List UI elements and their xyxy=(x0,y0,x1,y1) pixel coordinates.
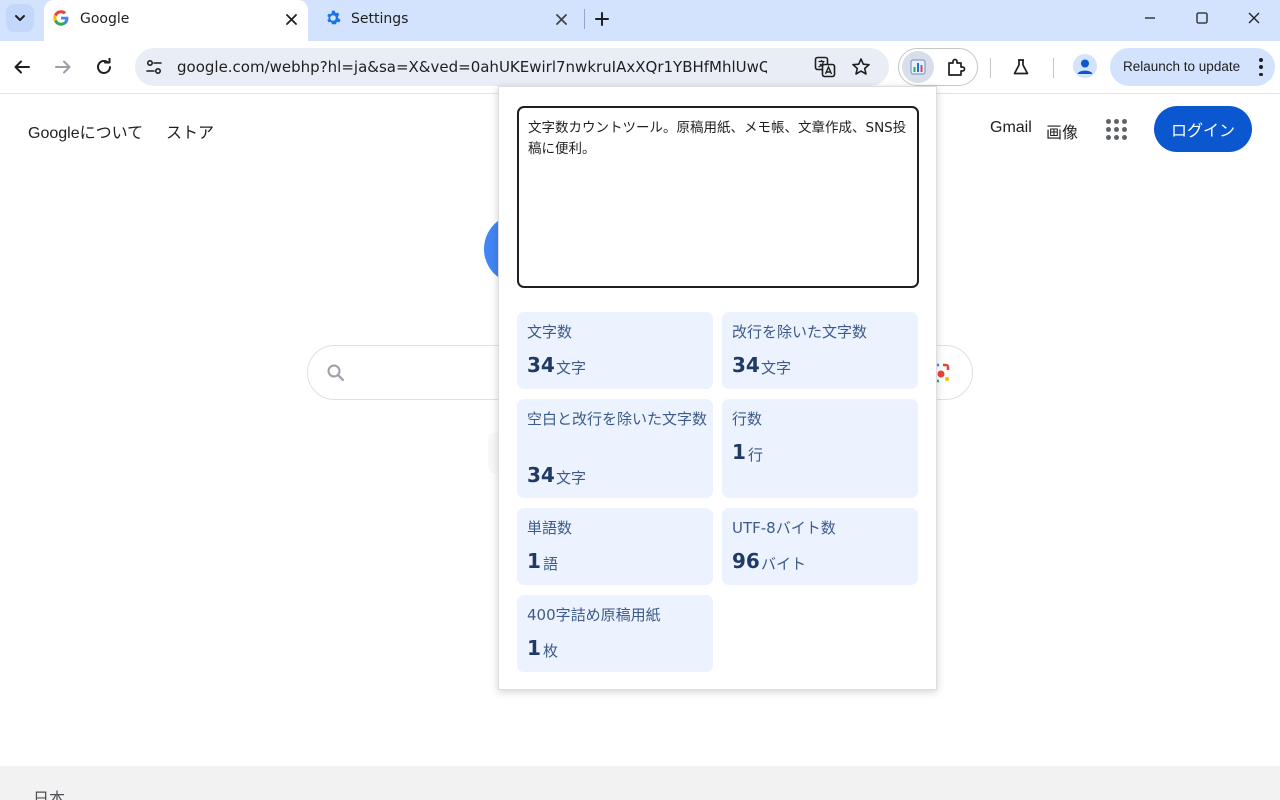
relaunch-label: Relaunch to update xyxy=(1123,59,1241,74)
extensions-group xyxy=(898,48,978,86)
stat-card-char-count-no-newline: 改行を除いた文字数 34 文字 xyxy=(722,312,918,389)
flask-icon xyxy=(1013,59,1029,75)
reload-icon xyxy=(97,58,111,74)
character-counter-popup: 文字数カウントツール。原稿用紙、メモ帳、文章作成、SNS投稿に便利。 文字数 3… xyxy=(498,86,937,690)
stat-unit: 枚 xyxy=(543,642,559,660)
stat-value: 1 xyxy=(527,549,541,573)
bookmark-button[interactable] xyxy=(849,56,873,78)
maximize-button[interactable] xyxy=(1176,0,1228,36)
stat-label: UTF-8バイト数 xyxy=(732,519,836,537)
minimize-icon xyxy=(1145,17,1155,19)
url-text[interactable]: google.com/webhp?hl=ja&sa=X&ved=0ahUKEwi… xyxy=(177,58,767,76)
stat-value: 1 xyxy=(527,636,541,660)
stat-label: 改行を除いた文字数 xyxy=(732,323,868,341)
stat-value: 34 xyxy=(527,353,555,377)
stat-card-word-count: 単語数 1 語 xyxy=(517,508,713,585)
stat-value: 96 xyxy=(732,549,760,573)
puzzle-icon xyxy=(948,58,966,76)
close-tab-icon[interactable] xyxy=(280,8,302,30)
tab-settings[interactable]: Settings xyxy=(312,0,582,41)
toolbar-divider xyxy=(1053,58,1054,78)
tab-google[interactable]: Google xyxy=(44,0,308,41)
bar-chart-icon xyxy=(910,59,926,75)
relaunch-to-update-button[interactable]: Relaunch to update xyxy=(1110,48,1275,86)
arrow-left-icon xyxy=(14,60,30,74)
translate-icon xyxy=(814,56,836,78)
stat-card-char-count-no-space: 空白と改行を除いた文字数 34 文字 xyxy=(517,399,713,498)
google-favicon-icon xyxy=(53,10,69,26)
gear-icon xyxy=(327,10,341,25)
text-input[interactable]: 文字数カウントツール。原稿用紙、メモ帳、文章作成、SNS投稿に便利。 xyxy=(517,106,919,288)
close-tab-icon[interactable] xyxy=(550,8,572,30)
stat-value: 1 xyxy=(732,440,746,464)
site-info-icon[interactable] xyxy=(144,57,164,77)
stat-label: 単語数 xyxy=(527,519,573,537)
character-counter-extension-button[interactable] xyxy=(902,51,934,83)
toolbar-divider xyxy=(990,58,991,78)
extensions-button[interactable] xyxy=(943,54,969,80)
address-bar[interactable]: google.com/webhp?hl=ja&sa=X&ved=0ahUKEwi… xyxy=(135,48,889,86)
stat-label: 400字詰め原稿用紙 xyxy=(527,606,661,624)
forward-button[interactable] xyxy=(49,53,77,81)
footer-country: 日本 xyxy=(33,789,66,800)
person-icon xyxy=(1077,59,1093,74)
reload-button[interactable] xyxy=(90,53,118,81)
close-icon xyxy=(1248,12,1260,24)
tab-search-button[interactable] xyxy=(6,4,34,32)
tab-divider xyxy=(584,9,585,29)
login-button[interactable]: ログイン xyxy=(1154,106,1252,152)
images-link[interactable]: 画像 xyxy=(1046,119,1078,143)
stat-label: 文字数 xyxy=(527,323,573,341)
tab-strip: Google Settings xyxy=(0,0,1280,41)
stat-unit: 行 xyxy=(748,446,764,464)
stat-card-char-count: 文字数 34 文字 xyxy=(517,312,713,389)
new-tab-button[interactable] xyxy=(588,5,616,33)
page-footer: 日本 xyxy=(0,766,1280,800)
stat-card-manuscript-pages: 400字詰め原稿用紙 1 枚 xyxy=(517,595,713,672)
stat-label: 空白と改行を除いた文字数 xyxy=(527,410,708,428)
stat-unit: バイト xyxy=(761,555,807,573)
stat-unit: 語 xyxy=(543,555,559,573)
maximize-icon xyxy=(1196,12,1208,24)
arrow-right-icon xyxy=(55,60,71,74)
stat-card-line-count: 行数 1 行 xyxy=(722,399,918,498)
about-google-link[interactable]: Googleについて xyxy=(28,119,143,143)
stat-unit: 文字 xyxy=(761,359,792,377)
search-icon xyxy=(327,364,345,382)
stat-label: 行数 xyxy=(732,410,763,428)
stat-unit: 文字 xyxy=(556,469,587,487)
profile-avatar[interactable] xyxy=(1073,54,1097,78)
gmail-link[interactable]: Gmail xyxy=(990,119,1032,137)
chevron-down-icon xyxy=(15,15,25,21)
star-icon xyxy=(852,58,870,75)
back-button[interactable] xyxy=(8,53,36,81)
stat-unit: 文字 xyxy=(556,359,587,377)
stat-value: 34 xyxy=(732,353,760,377)
labs-button[interactable] xyxy=(1008,54,1034,80)
plus-icon xyxy=(595,12,609,26)
stat-card-utf8-bytes: UTF-8バイト数 96 バイト xyxy=(722,508,918,585)
tab-title: Settings xyxy=(351,11,409,27)
tab-title: Google xyxy=(80,11,130,27)
store-link[interactable]: ストア xyxy=(166,119,214,143)
translate-button[interactable] xyxy=(813,56,837,78)
stat-value: 34 xyxy=(527,463,555,487)
close-window-button[interactable] xyxy=(1228,0,1280,36)
google-apps-icon[interactable] xyxy=(1102,115,1130,143)
minimize-button[interactable] xyxy=(1124,0,1176,36)
more-vert-icon xyxy=(1257,58,1265,76)
